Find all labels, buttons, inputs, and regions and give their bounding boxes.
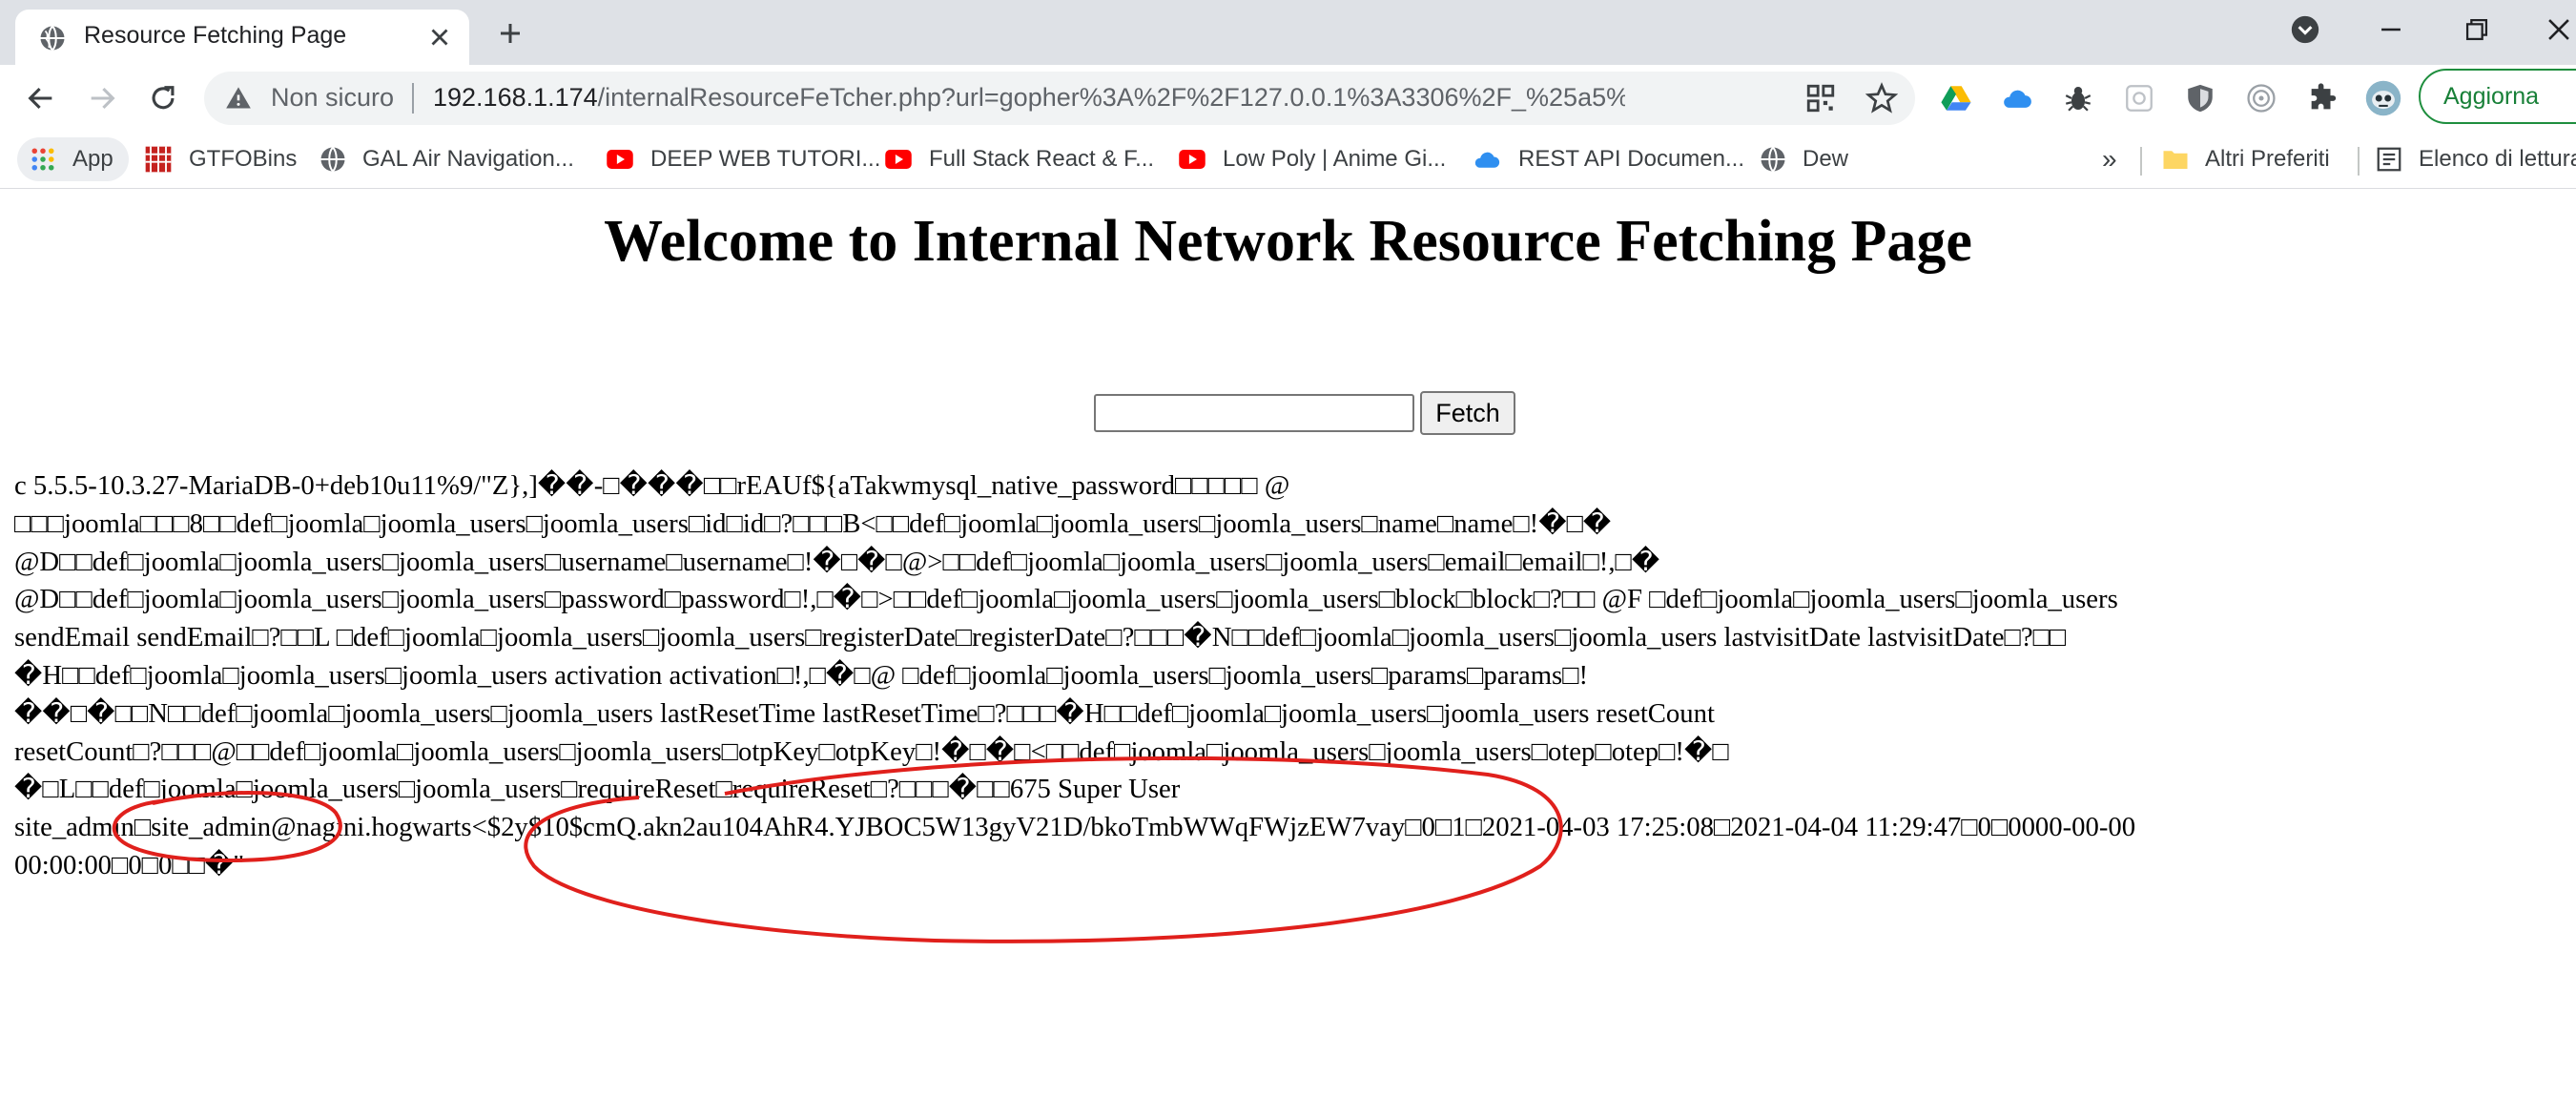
warning-icon[interactable] [225, 85, 252, 112]
url-input[interactable] [1094, 394, 1414, 432]
close-icon[interactable] [425, 23, 454, 52]
omnibox-divider [412, 83, 414, 114]
bookmark-star-icon[interactable] [1865, 82, 1898, 114]
bookmark-apps[interactable]: App [17, 137, 129, 181]
bookmark-label: GAL Air Navigation... [362, 146, 574, 172]
url-host: 192.168.1.174 [433, 83, 598, 112]
bookmark-other-bookmarks[interactable]: Altri Preferiti [2161, 137, 2330, 181]
new-tab-plus-icon[interactable] [496, 19, 525, 48]
bookmark-label: DEEP WEB TUTORI... [650, 146, 881, 172]
cloud-icon[interactable] [2001, 82, 2033, 114]
bookmark-label: App [72, 146, 113, 172]
bookmark-label: Low Poly | Anime Gi... [1223, 146, 1447, 172]
restore-icon[interactable] [2461, 13, 2493, 46]
bookmark-label: GTFOBins [189, 146, 298, 172]
toolbar: Non sicuro 192.168.1.174/internalResourc… [0, 65, 2576, 132]
bug-extension-icon[interactable] [2062, 82, 2094, 114]
reload-icon[interactable] [147, 82, 179, 114]
bookmark-deep-web[interactable]: DEEP WEB TUTORI... [605, 137, 880, 181]
response-line: @D□□def□joomla□joomla_users□joomla_users… [14, 546, 1660, 577]
qr-code-icon[interactable] [1804, 82, 1837, 114]
bookmarks-divider [2358, 147, 2360, 176]
youtube-icon [885, 150, 912, 169]
response-line: 00:00:00□0□0□□�" [14, 849, 245, 880]
google-drive-icon[interactable] [1940, 82, 1972, 114]
bookmark-label: Dew [1803, 146, 1849, 172]
url-path: /internalResourceFeTcher.php?url=gopher%… [597, 83, 1625, 112]
cloud-icon [1474, 152, 1500, 168]
tab-search-icon[interactable] [2289, 13, 2321, 46]
address-bar[interactable]: Non sicuro 192.168.1.174/internalResourc… [204, 72, 1915, 125]
youtube-icon [607, 150, 633, 169]
overflow-chevron-icon: » [2102, 144, 2117, 174]
response-line: c 5.5.5-10.3.27-MariaDB-0+deb10u11%9/"Z}… [14, 470, 1290, 501]
response-line: ��□�□□N□□def□joomla□joomla_users□joomla_… [14, 697, 1715, 729]
response-line: �□L□□def□joomla□joomla_users□joomla_user… [14, 774, 1181, 805]
window-close-icon[interactable] [2543, 13, 2575, 46]
response-line: □□□joomla□□□8□□def□joomla□joomla_users□j… [14, 507, 1612, 539]
bookmark-low-poly[interactable]: Low Poly | Anime Gi... [1177, 137, 1446, 181]
youtube-icon [1179, 150, 1206, 169]
response-line: sendEmail sendEmail□?□□L □def□joomla□joo… [14, 622, 2067, 653]
bookmark-dew[interactable]: Dew [1759, 137, 1848, 181]
gtfobins-icon [145, 146, 172, 173]
tab-strip: Resource Fetching Page [0, 0, 2576, 65]
bookmarks-bar: App GTFOBins GAL Air Navigation... DEEP … [0, 132, 2576, 189]
target-extension-icon[interactable] [2245, 82, 2277, 114]
forward-arrow-icon[interactable] [86, 82, 118, 114]
not-secure-label[interactable]: Non sicuro [271, 83, 394, 113]
reading-list-icon [2377, 147, 2401, 172]
extensions-puzzle-icon[interactable] [2306, 82, 2339, 114]
bookmarks-divider [2140, 147, 2142, 176]
bookmark-gtfobins[interactable]: GTFOBins [143, 137, 297, 181]
globe-icon [1761, 146, 1785, 173]
update-browser-button[interactable]: Aggiorna [2419, 69, 2576, 124]
response-line: �H□□def□joomla□joomla_users□joomla_users… [14, 659, 1589, 691]
bookmark-label: Altri Preferiti [2205, 146, 2330, 172]
reading-list-button[interactable]: Elenco di lettura [2375, 137, 2576, 181]
page-title: Welcome to Internal Network Resource Fet… [604, 209, 1972, 274]
globe-icon [320, 146, 345, 173]
response-line: @D□□def□joomla□joomla_users□joomla_users… [14, 584, 2118, 615]
response-line: site_admin□site_admin@nagini.hogwarts<$2… [14, 812, 2136, 843]
minimize-icon[interactable] [2375, 13, 2407, 46]
globe-icon [40, 25, 65, 52]
fetched-response: c 5.5.5-10.3.27-MariaDB-0+deb10u11%9/"Z}… [14, 467, 2532, 885]
browser-tab[interactable]: Resource Fetching Page [15, 10, 469, 65]
back-arrow-icon[interactable] [25, 82, 57, 114]
bookmark-rest-api[interactable]: REST API Documen... [1471, 137, 1744, 181]
apps-grid-icon [31, 148, 54, 171]
shield-icon[interactable] [2184, 82, 2216, 114]
profile-avatar-icon[interactable] [2365, 80, 2401, 116]
folder-icon [2163, 151, 2188, 169]
response-line: resetCount□?□□□@□□def□joomla□joomla_user… [14, 735, 1729, 767]
bookmark-full-stack[interactable]: Full Stack React & F... [883, 137, 1154, 181]
tab-title: Resource Fetching Page [84, 22, 347, 49]
bookmark-gal-air[interactable]: GAL Air Navigation... [319, 137, 574, 181]
bookmark-label: Full Stack React & F... [929, 146, 1155, 172]
fetch-button[interactable]: Fetch [1420, 391, 1515, 435]
bookmark-label: REST API Documen... [1518, 146, 1744, 172]
settings-extension-icon[interactable] [2123, 82, 2155, 114]
bookmarks-overflow-button[interactable]: » [2102, 137, 2117, 181]
bookmark-label: Elenco di lettura [2419, 146, 2576, 172]
url-text[interactable]: 192.168.1.174/internalResourceFeTcher.ph… [433, 83, 1625, 113]
update-label: Aggiorna [2443, 83, 2540, 110]
